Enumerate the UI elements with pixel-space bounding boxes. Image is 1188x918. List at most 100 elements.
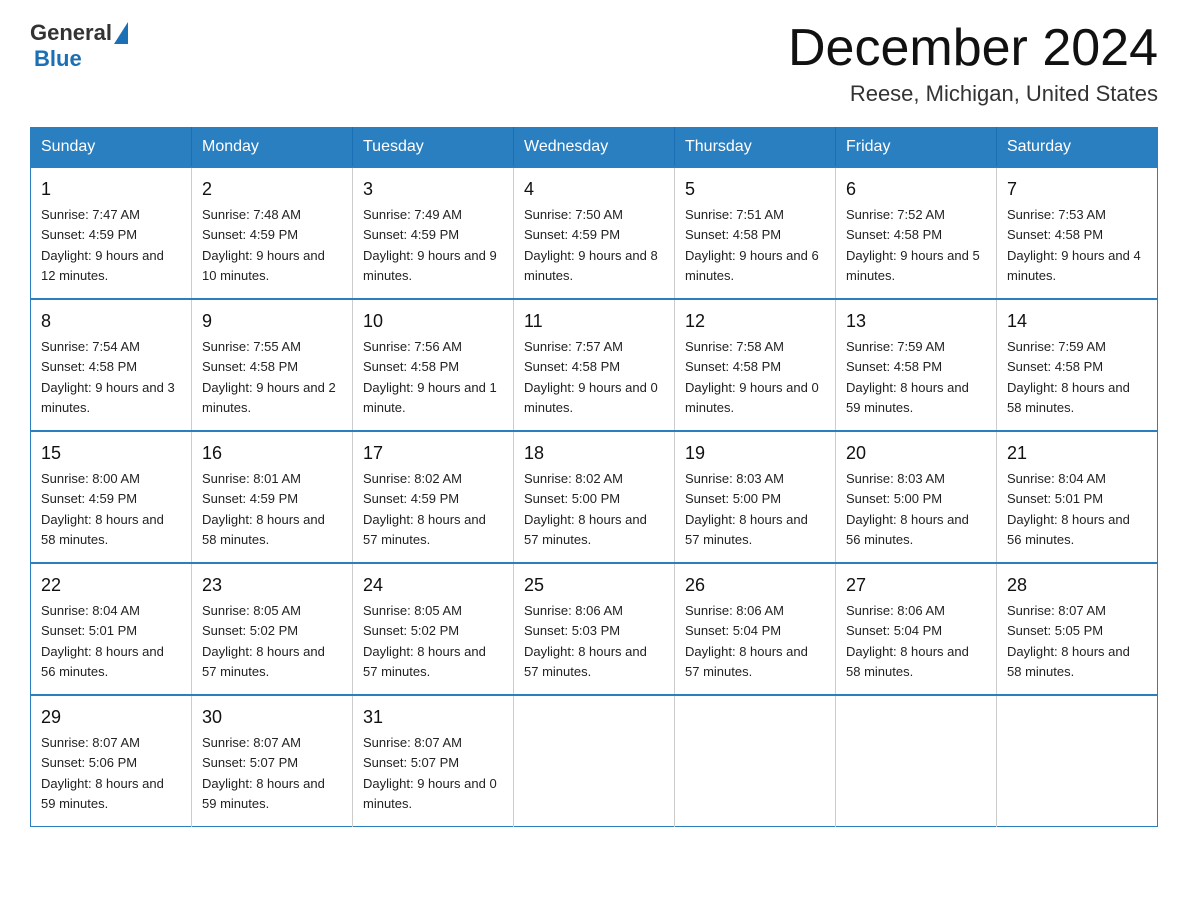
day-info: Sunrise: 8:07 AMSunset: 5:07 PMDaylight:… xyxy=(202,735,325,811)
calendar-cell: 22Sunrise: 8:04 AMSunset: 5:01 PMDayligh… xyxy=(31,563,192,695)
calendar-cell: 25Sunrise: 8:06 AMSunset: 5:03 PMDayligh… xyxy=(514,563,675,695)
day-info: Sunrise: 8:02 AMSunset: 4:59 PMDaylight:… xyxy=(363,471,486,547)
day-number: 22 xyxy=(41,572,181,599)
day-info: Sunrise: 7:59 AMSunset: 4:58 PMDaylight:… xyxy=(1007,339,1130,415)
day-number: 29 xyxy=(41,704,181,731)
calendar-cell: 1Sunrise: 7:47 AMSunset: 4:59 PMDaylight… xyxy=(31,167,192,299)
calendar-cell: 8Sunrise: 7:54 AMSunset: 4:58 PMDaylight… xyxy=(31,299,192,431)
calendar-cell: 20 Sunrise: 8:03 AMSunset: 5:00 PMDayligh… xyxy=(836,431,997,563)
logo-general-text: General xyxy=(30,20,112,46)
col-thursday: Thursday xyxy=(675,128,836,168)
calendar-week-row: 29 Sunrise: 8:07 AMSunset: 5:06 PMDayligh… xyxy=(31,695,1158,827)
day-info: Sunrise: 7:53 AMSunset: 4:58 PMDaylight:… xyxy=(1007,207,1141,283)
calendar-cell: 18 Sunrise: 8:02 AMSunset: 5:00 PMDayligh… xyxy=(514,431,675,563)
day-info: Sunrise: 7:58 AMSunset: 4:58 PMDaylight:… xyxy=(685,339,819,415)
logo: General Blue xyxy=(30,20,128,72)
calendar-table: Sunday Monday Tuesday Wednesday Thursday… xyxy=(30,127,1158,827)
location-title: Reese, Michigan, United States xyxy=(788,81,1158,107)
day-number: 25 xyxy=(524,572,664,599)
calendar-cell: 9Sunrise: 7:55 AMSunset: 4:58 PMDaylight… xyxy=(192,299,353,431)
calendar-cell xyxy=(836,695,997,827)
day-info: Sunrise: 8:03 AMSunset: 5:00 PMDaylight:… xyxy=(685,471,808,547)
col-friday: Friday xyxy=(836,128,997,168)
day-number: 14 xyxy=(1007,308,1147,335)
calendar-cell: 19 Sunrise: 8:03 AMSunset: 5:00 PMDayligh… xyxy=(675,431,836,563)
day-info: Sunrise: 7:57 AMSunset: 4:58 PMDaylight:… xyxy=(524,339,658,415)
day-number: 21 xyxy=(1007,440,1147,467)
day-info: Sunrise: 8:03 AMSunset: 5:00 PMDaylight:… xyxy=(846,471,969,547)
day-info: Sunrise: 7:49 AMSunset: 4:59 PMDaylight:… xyxy=(363,207,497,283)
day-info: Sunrise: 7:55 AMSunset: 4:58 PMDaylight:… xyxy=(202,339,336,415)
day-number: 15 xyxy=(41,440,181,467)
calendar-cell: 15 Sunrise: 8:00 AMSunset: 4:59 PMDayligh… xyxy=(31,431,192,563)
day-info: Sunrise: 7:51 AMSunset: 4:58 PMDaylight:… xyxy=(685,207,819,283)
calendar-cell: 31 Sunrise: 8:07 AMSunset: 5:07 PMDayligh… xyxy=(353,695,514,827)
day-number: 2 xyxy=(202,176,342,203)
calendar-cell: 3 Sunrise: 7:49 AMSunset: 4:59 PMDaylight… xyxy=(353,167,514,299)
day-number: 11 xyxy=(524,308,664,335)
calendar-cell: 29 Sunrise: 8:07 AMSunset: 5:06 PMDayligh… xyxy=(31,695,192,827)
calendar-cell: 27 Sunrise: 8:06 AMSunset: 5:04 PMDayligh… xyxy=(836,563,997,695)
day-number: 7 xyxy=(1007,176,1147,203)
day-info: Sunrise: 8:07 AMSunset: 5:06 PMDaylight:… xyxy=(41,735,164,811)
calendar-week-row: 8Sunrise: 7:54 AMSunset: 4:58 PMDaylight… xyxy=(31,299,1158,431)
day-info: Sunrise: 8:04 AMSunset: 5:01 PMDaylight:… xyxy=(1007,471,1130,547)
calendar-cell: 2 Sunrise: 7:48 AMSunset: 4:59 PMDaylight… xyxy=(192,167,353,299)
day-info: Sunrise: 8:00 AMSunset: 4:59 PMDaylight:… xyxy=(41,471,164,547)
col-monday: Monday xyxy=(192,128,353,168)
calendar-cell: 4 Sunrise: 7:50 AMSunset: 4:59 PMDaylight… xyxy=(514,167,675,299)
day-number: 4 xyxy=(524,176,664,203)
calendar-cell: 5Sunrise: 7:51 AMSunset: 4:58 PMDaylight… xyxy=(675,167,836,299)
day-info: Sunrise: 7:56 AMSunset: 4:58 PMDaylight:… xyxy=(363,339,497,415)
calendar-cell: 10 Sunrise: 7:56 AMSunset: 4:58 PMDayligh… xyxy=(353,299,514,431)
day-number: 1 xyxy=(41,176,181,203)
day-number: 13 xyxy=(846,308,986,335)
day-number: 23 xyxy=(202,572,342,599)
calendar-cell: 13 Sunrise: 7:59 AMSunset: 4:58 PMDayligh… xyxy=(836,299,997,431)
calendar-cell: 12Sunrise: 7:58 AMSunset: 4:58 PMDayligh… xyxy=(675,299,836,431)
day-number: 16 xyxy=(202,440,342,467)
logo-inner: General Blue xyxy=(30,20,128,72)
logo-blue-text: Blue xyxy=(34,46,82,72)
day-number: 20 xyxy=(846,440,986,467)
page-header: General Blue December 2024 Reese, Michig… xyxy=(30,20,1158,107)
day-number: 19 xyxy=(685,440,825,467)
calendar-cell xyxy=(514,695,675,827)
calendar-cell xyxy=(675,695,836,827)
calendar-cell: 23 Sunrise: 8:05 AMSunset: 5:02 PMDayligh… xyxy=(192,563,353,695)
day-info: Sunrise: 8:05 AMSunset: 5:02 PMDaylight:… xyxy=(202,603,325,679)
calendar-week-row: 15 Sunrise: 8:00 AMSunset: 4:59 PMDayligh… xyxy=(31,431,1158,563)
col-saturday: Saturday xyxy=(997,128,1158,168)
day-info: Sunrise: 8:07 AMSunset: 5:07 PMDaylight:… xyxy=(363,735,497,811)
month-title: December 2024 xyxy=(788,20,1158,77)
day-info: Sunrise: 8:02 AMSunset: 5:00 PMDaylight:… xyxy=(524,471,647,547)
calendar-cell: 7 Sunrise: 7:53 AMSunset: 4:58 PMDaylight… xyxy=(997,167,1158,299)
day-info: Sunrise: 8:06 AMSunset: 5:04 PMDaylight:… xyxy=(846,603,969,679)
day-number: 31 xyxy=(363,704,503,731)
calendar-cell: 14 Sunrise: 7:59 AMSunset: 4:58 PMDayligh… xyxy=(997,299,1158,431)
calendar-cell: 30 Sunrise: 8:07 AMSunset: 5:07 PMDayligh… xyxy=(192,695,353,827)
calendar-cell: 11 Sunrise: 7:57 AMSunset: 4:58 PMDayligh… xyxy=(514,299,675,431)
day-number: 3 xyxy=(363,176,503,203)
day-number: 18 xyxy=(524,440,664,467)
day-number: 10 xyxy=(363,308,503,335)
day-info: Sunrise: 7:48 AMSunset: 4:59 PMDaylight:… xyxy=(202,207,325,283)
day-number: 27 xyxy=(846,572,986,599)
day-info: Sunrise: 7:50 AMSunset: 4:59 PMDaylight:… xyxy=(524,207,658,283)
calendar-cell: 24Sunrise: 8:05 AMSunset: 5:02 PMDayligh… xyxy=(353,563,514,695)
col-sunday: Sunday xyxy=(31,128,192,168)
calendar-header-row: Sunday Monday Tuesday Wednesday Thursday… xyxy=(31,128,1158,168)
calendar-cell xyxy=(997,695,1158,827)
day-number: 17 xyxy=(363,440,503,467)
calendar-cell: 6Sunrise: 7:52 AMSunset: 4:58 PMDaylight… xyxy=(836,167,997,299)
day-info: Sunrise: 7:59 AMSunset: 4:58 PMDaylight:… xyxy=(846,339,969,415)
logo-triangle-icon xyxy=(114,22,128,44)
day-number: 30 xyxy=(202,704,342,731)
day-info: Sunrise: 8:01 AMSunset: 4:59 PMDaylight:… xyxy=(202,471,325,547)
logo-top-row: General xyxy=(30,20,128,46)
day-info: Sunrise: 8:06 AMSunset: 5:04 PMDaylight:… xyxy=(685,603,808,679)
day-number: 26 xyxy=(685,572,825,599)
day-info: Sunrise: 8:07 AMSunset: 5:05 PMDaylight:… xyxy=(1007,603,1130,679)
day-number: 8 xyxy=(41,308,181,335)
calendar-cell: 21 Sunrise: 8:04 AMSunset: 5:01 PMDayligh… xyxy=(997,431,1158,563)
